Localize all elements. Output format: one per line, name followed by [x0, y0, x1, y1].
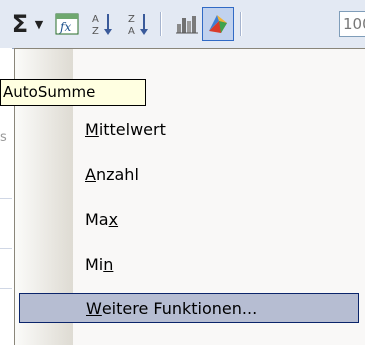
svg-text:A: A: [92, 14, 99, 25]
menu-item-min[interactable]: Mi n: [73, 249, 358, 279]
menu-item-accelerator: x: [108, 209, 119, 229]
menu-item-accelerator: W: [86, 298, 102, 318]
menu-item-accelerator: M: [85, 119, 99, 139]
standard-toolbar: Σ ▼ fx A Z Z A 10: [0, 0, 365, 49]
menu-item-accelerator: n: [103, 254, 114, 274]
menu-item-label: nzahl: [95, 164, 139, 184]
grid-line: [0, 288, 12, 289]
grid-line: [0, 198, 12, 199]
svg-text:Z: Z: [128, 14, 135, 25]
zoom-field[interactable]: 100: [339, 11, 365, 37]
menu-item-label: ittelwert: [98, 119, 166, 139]
menu-item-label: Mi: [85, 254, 104, 274]
sigma-icon[interactable]: Σ: [6, 9, 34, 39]
menu-item-accelerator: A: [85, 164, 96, 184]
svg-text:A: A: [128, 26, 135, 37]
svg-text:fx: fx: [59, 20, 71, 34]
menu-item-mittelwert[interactable]: Mittelwert: [73, 114, 358, 144]
menu-item-weitere-funktionen[interactable]: Weitere Funktionen...: [19, 293, 359, 323]
dropdown-arrow-icon[interactable]: ▼: [33, 9, 45, 39]
menu-item-max[interactable]: Ma x: [73, 204, 358, 234]
toolbar-separator: [240, 12, 242, 36]
drawing-icon[interactable]: [202, 7, 234, 41]
autosum-tooltip: AutoSumme: [0, 79, 146, 106]
menu-item-anzahl[interactable]: Anzahl: [73, 159, 358, 189]
sort-ascending-icon[interactable]: A Z: [88, 9, 118, 39]
sort-descending-icon[interactable]: Z A: [124, 9, 154, 39]
chart-wizard-icon[interactable]: [172, 9, 202, 39]
grid-line: [0, 248, 12, 249]
svg-text:Z: Z: [92, 26, 99, 37]
menu-item-label: Ma: [85, 209, 109, 229]
toolbar-separator: [160, 12, 162, 36]
sheet-text-fragment: s: [0, 130, 7, 145]
menu-item-label: eitere Funktionen...: [101, 298, 258, 318]
insert-function-icon[interactable]: fx: [52, 9, 82, 39]
